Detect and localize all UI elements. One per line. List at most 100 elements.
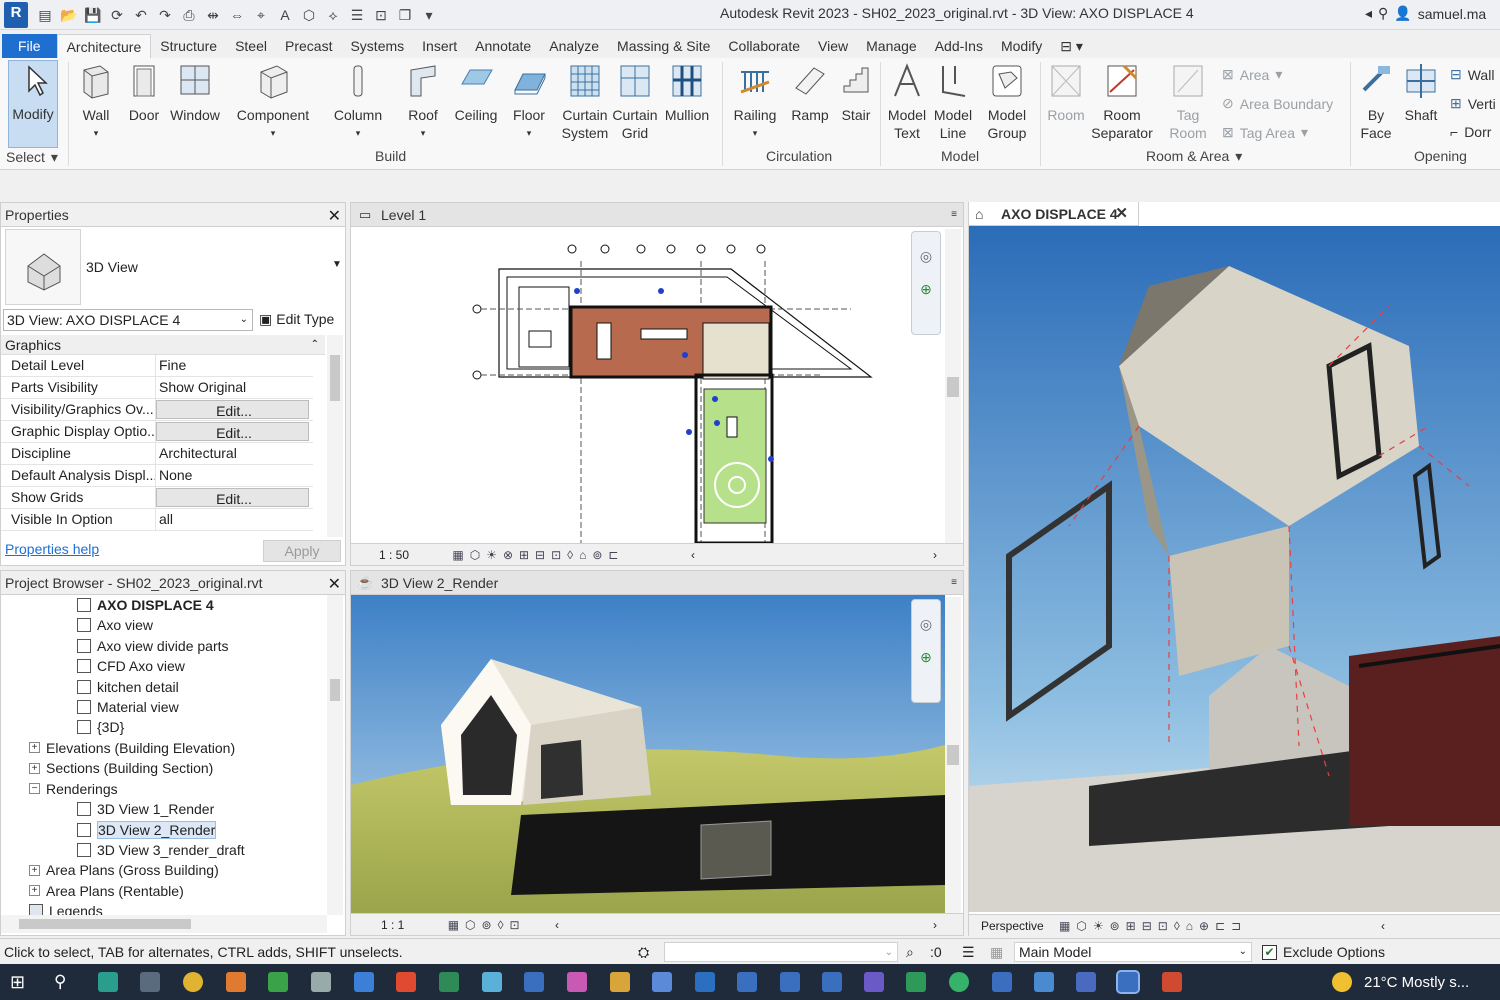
property-edit-button[interactable]: Edit... bbox=[156, 400, 309, 419]
browser-group-item[interactable]: + Area Plans (Gross Building) bbox=[29, 862, 219, 878]
close-icon[interactable]: ✕ bbox=[328, 573, 341, 597]
app-icon[interactable] bbox=[1034, 972, 1054, 992]
powerpoint-icon[interactable] bbox=[1162, 972, 1182, 992]
open-icon[interactable]: 📂 bbox=[58, 4, 80, 26]
binoculars-icon[interactable]: ⚲ bbox=[1378, 5, 1388, 22]
window-button[interactable]: Window bbox=[168, 62, 222, 124]
plan-view-scrollbar[interactable] bbox=[945, 229, 961, 545]
checkbox-checked-icon[interactable]: ✔ bbox=[1262, 944, 1277, 960]
tab-structure[interactable]: Structure bbox=[151, 34, 226, 58]
door-button[interactable]: Door bbox=[124, 62, 164, 124]
revit-icon[interactable] bbox=[524, 972, 544, 992]
property-value[interactable]: Fine bbox=[156, 355, 309, 376]
browser-scrollbar[interactable] bbox=[327, 595, 343, 915]
room-area-panel-label[interactable]: Room & Area ▾ bbox=[1146, 148, 1242, 165]
scroll-thumb[interactable] bbox=[947, 377, 959, 397]
app-icon[interactable] bbox=[482, 972, 502, 992]
column-button[interactable]: Column ▾ bbox=[332, 62, 384, 142]
plan-view-window[interactable]: ▭ Level 1 ≡ ◎ ⊕ 1 : 50 ▦⬡☀⊗⊞⊟⊡◊⌂⊚⊏ ‹ › bbox=[350, 202, 964, 566]
expand-icon[interactable]: + bbox=[29, 864, 40, 876]
curtain-grid-button[interactable]: Curtain Grid bbox=[612, 62, 658, 142]
browser-view-item[interactable]: {3D} bbox=[77, 719, 124, 735]
room-separator-button[interactable]: Room Separator bbox=[1090, 62, 1154, 142]
tab-add-ins[interactable]: Add-Ins bbox=[926, 34, 992, 58]
chevron-left-icon[interactable]: ‹ bbox=[1381, 915, 1385, 937]
model-dropdown[interactable]: Main Model ⌄ bbox=[1014, 942, 1252, 962]
revit-icon[interactable] bbox=[780, 972, 800, 992]
tab-annotate[interactable]: Annotate bbox=[466, 34, 540, 58]
tag-icon[interactable]: ⌖ bbox=[250, 4, 272, 26]
browser-view-item[interactable]: AXO DISPLACE 4 bbox=[77, 597, 214, 613]
app-icon[interactable] bbox=[268, 972, 288, 992]
instance-selector[interactable]: 3D View: AXO DISPLACE 4 ⌄ bbox=[3, 309, 253, 331]
tab-steel[interactable]: Steel bbox=[226, 34, 276, 58]
ceiling-button[interactable]: Ceiling bbox=[452, 62, 500, 124]
type-name[interactable]: 3D View bbox=[86, 259, 138, 275]
expand-icon[interactable]: + bbox=[29, 742, 40, 754]
room-button[interactable]: Room bbox=[1046, 62, 1086, 124]
curtain-system-button[interactable]: Curtain System bbox=[560, 62, 610, 142]
windows-start-icon[interactable]: ⊞ bbox=[10, 972, 30, 992]
app-icon[interactable] bbox=[311, 972, 331, 992]
ramp-button[interactable]: Ramp bbox=[788, 62, 832, 124]
properties-scrollbar[interactable] bbox=[327, 335, 343, 537]
chrome-icon[interactable] bbox=[183, 972, 203, 992]
expand-icon[interactable]: + bbox=[29, 885, 40, 897]
mullion-button[interactable]: Mullion bbox=[662, 62, 712, 124]
floor-button[interactable]: Floor ▾ bbox=[506, 62, 552, 142]
render-scale[interactable]: 1 : 1 bbox=[381, 918, 404, 932]
browser-view-item[interactable]: CFD Axo view bbox=[77, 658, 185, 674]
browser-group-item[interactable]: + Elevations (Building Elevation) bbox=[29, 740, 235, 756]
area-button[interactable]: ⊠ Area ▾ bbox=[1222, 66, 1282, 83]
search-icon[interactable]: ⚲ bbox=[54, 972, 74, 992]
app-icon[interactable] bbox=[1076, 972, 1096, 992]
measure-icon[interactable]: ⇹ bbox=[202, 4, 224, 26]
thin-lines-icon[interactable]: ☰ bbox=[346, 4, 368, 26]
weather-text[interactable]: 21°C Mostly s... bbox=[1364, 974, 1469, 991]
tab-view[interactable]: View bbox=[809, 34, 857, 58]
scroll-thumb[interactable] bbox=[19, 919, 191, 929]
section-icon[interactable]: ⟡ bbox=[322, 4, 344, 26]
browser-group-item[interactable]: − Renderings bbox=[29, 781, 118, 797]
user-name[interactable]: samuel.ma bbox=[1418, 6, 1486, 22]
by-face-button[interactable]: By Face bbox=[1356, 62, 1396, 142]
browser-view-item[interactable]: Axo view bbox=[77, 617, 153, 633]
tab-modify[interactable]: Modify bbox=[992, 34, 1051, 58]
app-icon[interactable] bbox=[98, 972, 118, 992]
home-icon[interactable]: ▤ bbox=[34, 4, 56, 26]
view-menu-icon[interactable]: ≡ bbox=[951, 571, 957, 595]
scroll-thumb[interactable] bbox=[947, 745, 959, 765]
customize-qat-icon[interactable]: ▾ bbox=[418, 4, 440, 26]
design-option-picker-icon[interactable]: ▦ bbox=[990, 939, 1003, 965]
edit-type-button[interactable]: ▣ Edit Type bbox=[259, 309, 334, 329]
steering-wheel-icon[interactable]: ◎ bbox=[912, 616, 940, 633]
model-line-button[interactable]: Model Line bbox=[932, 62, 974, 142]
whatsapp-icon[interactable] bbox=[949, 972, 969, 992]
revit-icon[interactable] bbox=[737, 972, 757, 992]
switch-windows-icon[interactable]: ❐ bbox=[394, 4, 416, 26]
app-icon[interactable] bbox=[610, 972, 630, 992]
browser-group-item[interactable]: Legends bbox=[29, 903, 103, 915]
chevron-left-icon[interactable]: ‹ bbox=[555, 914, 559, 936]
app-icon[interactable] bbox=[652, 972, 672, 992]
close-icon[interactable]: ✕ bbox=[1115, 202, 1128, 226]
contextual-tab-icon[interactable]: ⊟ ▾ bbox=[1051, 34, 1092, 58]
expand-icon[interactable]: + bbox=[29, 762, 40, 774]
chevron-down-icon[interactable]: ▼ bbox=[332, 259, 342, 270]
print-icon[interactable]: ⎙ bbox=[178, 4, 200, 26]
text-icon[interactable]: A bbox=[274, 4, 296, 26]
close-icon[interactable]: ✕ bbox=[328, 205, 341, 229]
app-icon[interactable] bbox=[906, 972, 926, 992]
chevron-left-icon[interactable]: ‹ bbox=[691, 544, 695, 566]
axo-view-tab[interactable]: ⌂ AXO DISPLACE 4 ✕ bbox=[969, 202, 1139, 226]
scroll-thumb[interactable] bbox=[330, 679, 340, 701]
tab-insert[interactable]: Insert bbox=[413, 34, 466, 58]
axo-model-viewport[interactable] bbox=[969, 226, 1500, 912]
app-icon[interactable] bbox=[992, 972, 1012, 992]
design-options-icon[interactable]: ☰ bbox=[962, 939, 975, 965]
vertical-opening-button[interactable]: ⊞ Verti bbox=[1450, 95, 1496, 112]
view-control-icons[interactable]: ▦⬡☀⊚⊞⊟⊡◊⌂⊕⊏⊐ bbox=[1059, 919, 1247, 933]
render-view-scrollbar[interactable] bbox=[945, 597, 961, 915]
collapse-icon[interactable]: ⌃ bbox=[311, 335, 319, 355]
plan-scale[interactable]: 1 : 50 bbox=[379, 548, 409, 562]
